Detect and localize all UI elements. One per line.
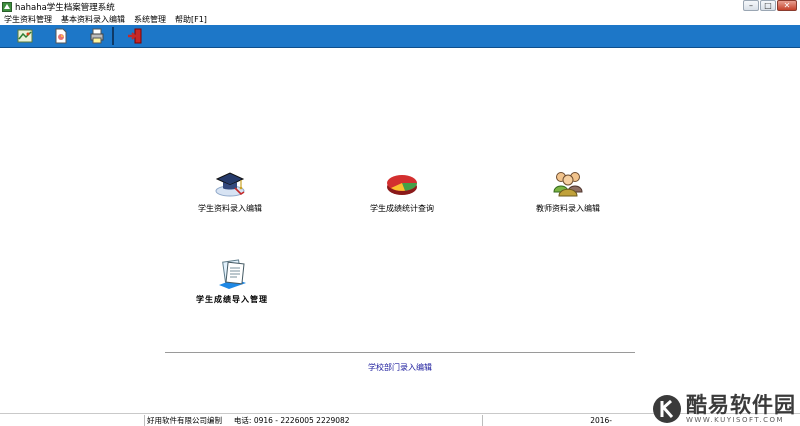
exit-door-icon xyxy=(128,28,142,44)
status-company-cell: 好用软件有限公司编制 电话: 0916 - 2226005 2229082 xyxy=(145,414,483,426)
kuyi-logo-icon xyxy=(653,395,681,423)
score-import-module[interactable]: 学生成绩导入管理 xyxy=(196,257,268,305)
status-company: 好用软件有限公司编制 xyxy=(147,415,222,425)
status-date: 2016- xyxy=(590,415,612,425)
toolbar-print-button[interactable] xyxy=(86,26,108,46)
dept-entry-link[interactable]: 学校部门录入编辑 xyxy=(0,362,800,373)
document-icon xyxy=(55,28,67,44)
menu-student-info[interactable]: 学生资料管理 xyxy=(4,14,52,25)
teachers-group-icon xyxy=(553,172,583,197)
app-icon xyxy=(2,1,12,12)
maximize-button[interactable]: □ xyxy=(760,0,776,11)
close-button[interactable]: ✕ xyxy=(777,0,797,11)
divider xyxy=(165,352,635,353)
watermark: 酷易软件园 WWW.KUYISOFT.COM xyxy=(652,394,796,424)
toolbar-exit-button[interactable] xyxy=(124,26,146,46)
graduation-cap-icon xyxy=(215,172,245,197)
status-empty-cell xyxy=(0,414,145,426)
watermark-url: WWW.KUYISOFT.COM xyxy=(686,416,785,424)
toolbar-map-button[interactable] xyxy=(14,26,36,46)
pie-chart-icon xyxy=(387,175,417,195)
title-bar: hahaha学生档案管理系统 – □ ✕ xyxy=(0,0,800,13)
score-import-label: 学生成绩导入管理 xyxy=(196,295,268,304)
window-controls: – □ ✕ xyxy=(743,0,797,13)
toolbar-separator xyxy=(112,27,114,45)
watermark-text: 酷易软件园 xyxy=(686,393,796,417)
score-stats-label: 学生成绩统计查询 xyxy=(370,204,434,213)
teacher-info-module[interactable]: 教师资料录入编辑 xyxy=(536,166,600,214)
score-stats-module[interactable]: 学生成绩统计查询 xyxy=(370,166,434,214)
minimize-button[interactable]: – xyxy=(743,0,759,11)
printer-icon xyxy=(90,28,104,44)
student-info-module[interactable]: 学生资料录入编辑 xyxy=(198,166,262,214)
menu-help[interactable]: 帮助[F1] xyxy=(175,14,207,25)
main-area: 学生资料录入编辑 学生成绩统计查询 教师资料录入编辑 学生成绩导入管理 学校部门… xyxy=(0,48,800,413)
menu-bar: 学生资料管理 基本资料录入编辑 系统管理 帮助[F1] xyxy=(0,13,800,25)
window-title: hahaha学生档案管理系统 xyxy=(15,2,115,13)
report-sheets-icon xyxy=(219,259,246,289)
teacher-info-label: 教师资料录入编辑 xyxy=(536,204,600,213)
menu-system[interactable]: 系统管理 xyxy=(134,14,166,25)
status-phone: 电话: 0916 - 2226005 2229082 xyxy=(233,415,350,425)
menu-basic-data[interactable]: 基本资料录入编辑 xyxy=(61,14,125,25)
toolbar xyxy=(0,25,800,48)
map-icon xyxy=(17,29,33,43)
student-info-label: 学生资料录入编辑 xyxy=(198,204,262,213)
toolbar-document-button[interactable] xyxy=(50,26,72,46)
